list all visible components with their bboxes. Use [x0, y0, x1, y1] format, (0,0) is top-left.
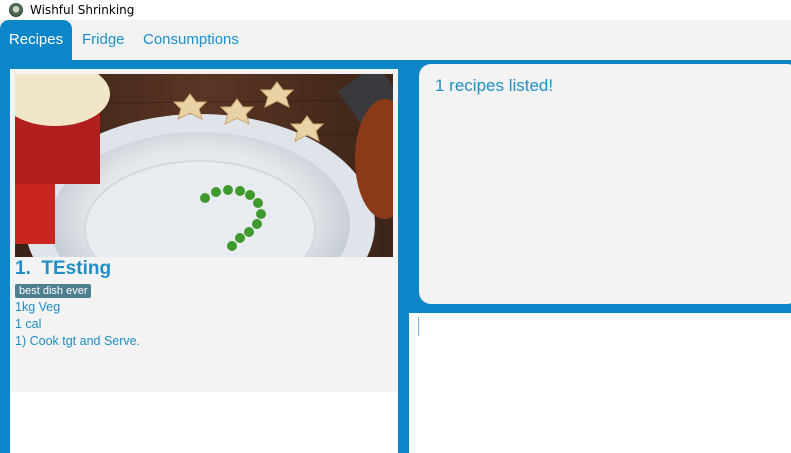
recipe-list-panel[interactable]: 1. TEsting best dish ever 1kg Veg 1 cal … [10, 69, 398, 453]
window-title: Wishful Shrinking [30, 3, 135, 17]
tab-consumptions[interactable]: Consumptions [143, 20, 239, 60]
recipe-title: 1. TEsting [15, 258, 112, 279]
command-input[interactable] [409, 313, 791, 453]
recipe-tag-badge: best dish ever [15, 284, 92, 298]
tab-recipes[interactable]: Recipes [0, 20, 72, 60]
tab-bar: Recipes Fridge Consumptions [0, 20, 791, 60]
recipe-card[interactable]: 1. TEsting best dish ever 1kg Veg 1 cal … [10, 69, 398, 392]
recipe-ingredients: 1kg Veg [15, 300, 61, 314]
recipe-calories: 1 cal [15, 317, 42, 331]
text-cursor [418, 317, 419, 336]
title-bar: Wishful Shrinking [0, 0, 791, 20]
recipe-image [15, 74, 393, 257]
result-message: 1 recipes listed! [435, 76, 554, 95]
app-logo-icon [9, 3, 23, 17]
result-display: 1 recipes listed! [419, 64, 791, 304]
tab-fridge[interactable]: Fridge [82, 20, 125, 60]
recipe-instructions: 1) Cook tgt and Serve. [15, 334, 141, 348]
